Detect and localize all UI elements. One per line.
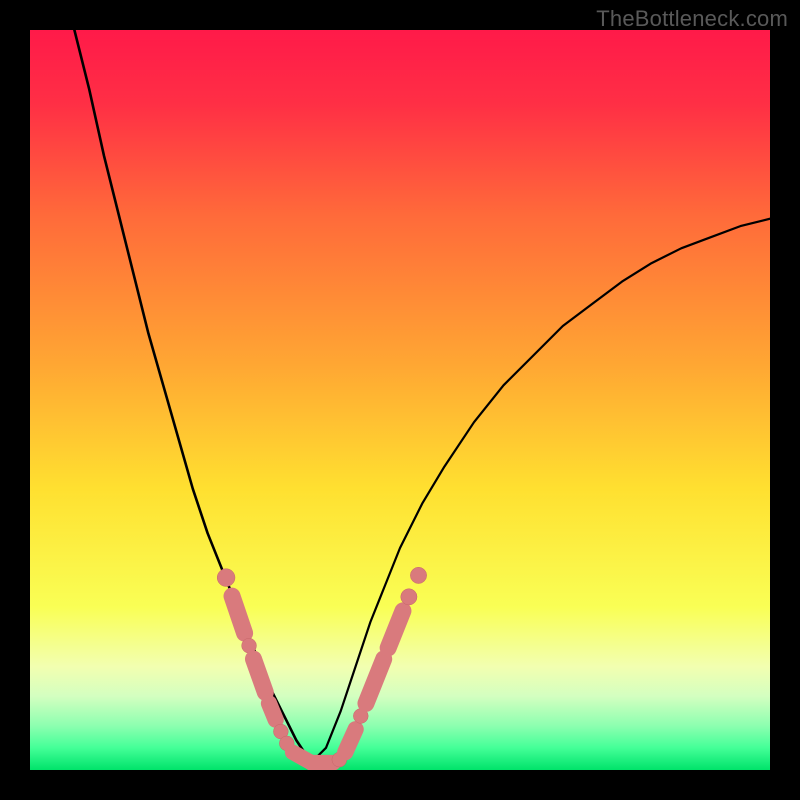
plot-area bbox=[30, 30, 770, 770]
data-beads bbox=[217, 567, 426, 767]
watermark-text: TheBottleneck.com bbox=[596, 6, 788, 32]
chart-frame: TheBottleneck.com bbox=[0, 0, 800, 800]
curve-layer bbox=[30, 30, 770, 770]
left-curve bbox=[74, 30, 311, 763]
